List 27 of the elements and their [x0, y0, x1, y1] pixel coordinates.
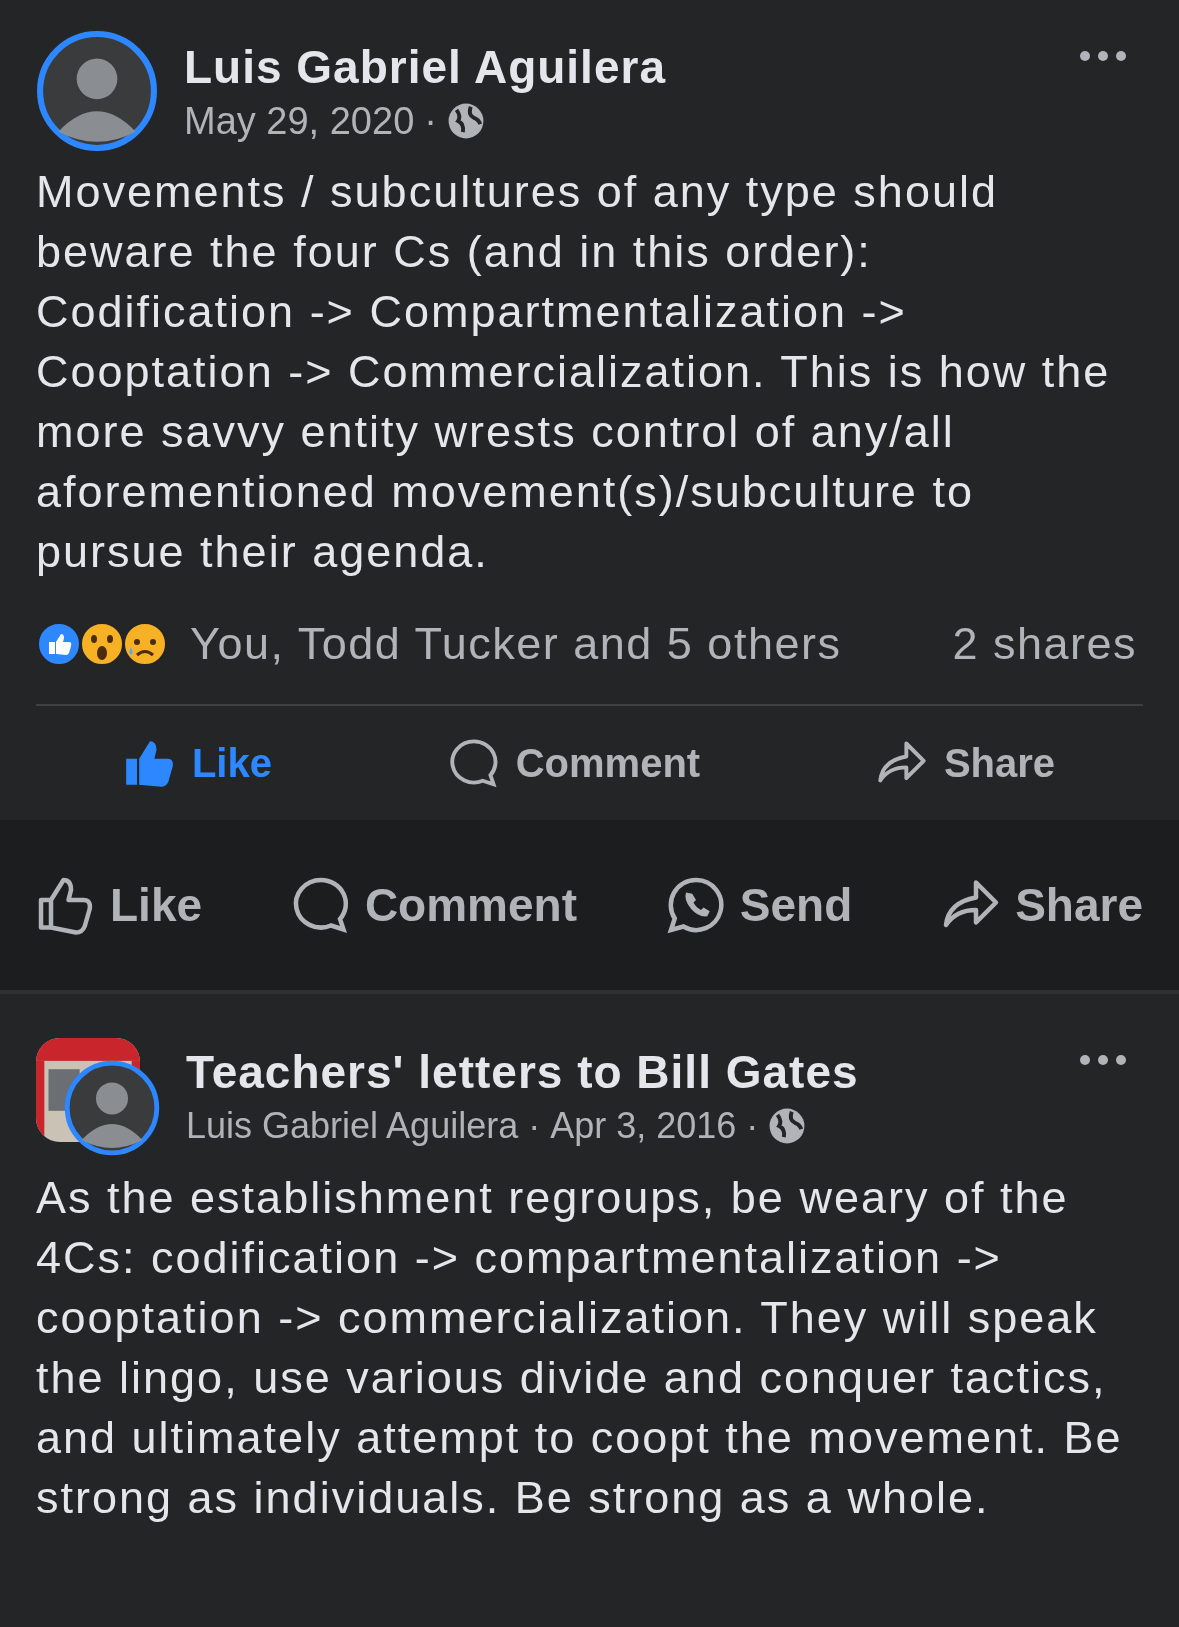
- post-date[interactable]: Apr 3, 2016: [550, 1105, 737, 1147]
- group-name[interactable]: Teachers' letters to Bill Gates: [186, 1045, 1143, 1099]
- avatar[interactable]: [36, 30, 158, 152]
- author-name[interactable]: Luis Gabriel Aguilera: [186, 1105, 519, 1147]
- like-button[interactable]: Like: [103, 729, 292, 797]
- globe-icon: [768, 1107, 807, 1145]
- like-button[interactable]: Like: [36, 875, 203, 935]
- separator-dot: ·: [746, 1105, 759, 1147]
- share-button[interactable]: Share: [941, 875, 1143, 935]
- post-text: As the establishment regroups, be weary of the 4Cs: codification -> compartmentalization -> cooptation -> commercialization. They will speak the lingo, use various divide and conquer tactics, and ultimately attempt to coopt the movement. Be strong as individuals. Be strong as a whole.: [36, 1171, 1124, 1525]
- more-options-icon[interactable]: [1079, 50, 1127, 62]
- send-button[interactable]: Send: [665, 875, 853, 935]
- globe-icon: [446, 102, 485, 140]
- avatar[interactable]: [64, 1060, 160, 1156]
- separator-dot: ·: [528, 1105, 541, 1147]
- comment-button[interactable]: Comment: [427, 729, 721, 797]
- more-options-icon[interactable]: [1079, 1054, 1127, 1066]
- comment-icon: [447, 737, 500, 789]
- comment-button[interactable]: Comment: [290, 875, 577, 935]
- post-text: Movements / subcultures of any type should beware the four Cs (and in this order): Codification -> Compartmentalization -> Cooptation -> Commercialization. This is how the more savvy entity wrests control of any/all aforementioned movement(s)/subculture to pursue their agenda.: [36, 165, 1112, 579]
- send-icon: [665, 875, 726, 935]
- separator-dot: ·: [424, 99, 437, 143]
- author-name[interactable]: Luis Gabriel Aguilera: [184, 39, 1143, 94]
- share-count[interactable]: 2 shares: [952, 618, 1137, 670]
- share-button[interactable]: Share: [855, 729, 1076, 797]
- reaction-summary[interactable]: You, Todd Tucker and 5 others: [190, 618, 953, 670]
- post-date[interactable]: May 29, 2020: [184, 99, 415, 143]
